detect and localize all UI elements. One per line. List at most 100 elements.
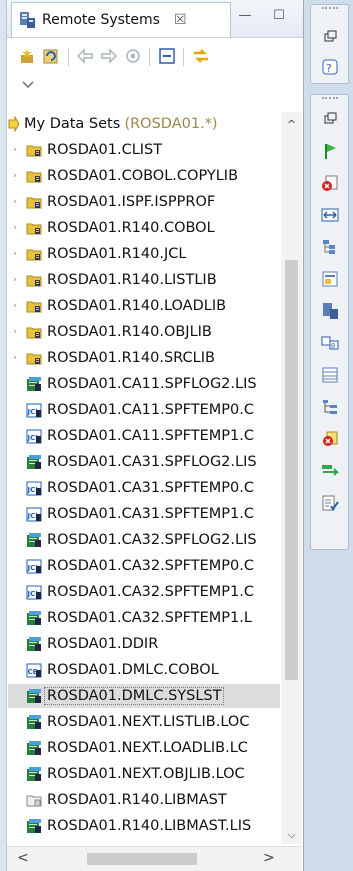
scroll-right-icon[interactable]: > <box>263 850 275 866</box>
outline-view-button[interactable] <box>320 237 340 257</box>
problems-view-button[interactable] <box>320 173 340 193</box>
expand-arrow-icon[interactable]: › <box>10 197 20 207</box>
svg-text:0: 0 <box>331 342 335 350</box>
table-icon <box>322 367 338 383</box>
tree-item[interactable]: JCL ROSDA01.CA31.SPFTEMP1.C <box>8 502 280 526</box>
tree-item[interactable]: ROSDA01.CA11.SPFLOG2.LIS <box>8 372 280 396</box>
tree-item[interactable]: ROSDA01.CA31.SPFLOG2.LIS <box>8 450 280 474</box>
tree-item[interactable]: ROSDA01.DDIR <box>8 632 280 656</box>
sequential-dataset-icon <box>26 610 42 626</box>
tree-item-label: ROSDA01.DDIR <box>47 636 159 652</box>
tree-item[interactable]: ROSDA01.CA32.SPFTEMP1.L <box>8 606 280 630</box>
refresh-button[interactable] <box>41 46 61 66</box>
partitioned-dataset-icon <box>26 298 42 314</box>
maximize-icon[interactable]: ☐ <box>269 8 289 26</box>
minimize-icon[interactable]: — <box>235 8 255 26</box>
data-sets-tree: My Data Sets (ROSDA01.*) › ROSDA01.CLIST ›… <box>8 112 280 844</box>
help-view-button[interactable]: ? <box>320 57 340 77</box>
sequential-dataset-icon <box>26 740 42 756</box>
tree-item[interactable]: › ROSDA01.R140.COBOL <box>8 216 280 240</box>
vertical-scrollbar[interactable]: ^ ⌵ <box>281 112 302 844</box>
tree-item-label: ROSDA01.R140.COBOL <box>47 220 215 236</box>
jcl-dataset-icon: JCL <box>26 402 42 418</box>
tree-item[interactable]: › ROSDA01.ISPF.ISPPROF <box>8 190 280 214</box>
expand-arrow-icon[interactable]: › <box>10 249 20 259</box>
console-view-button[interactable]: 0 <box>320 333 340 353</box>
expand-arrow-icon[interactable]: › <box>10 145 20 155</box>
tree-item[interactable]: ROSDA01.R140.LIBMAST <box>8 788 280 812</box>
trim-stack-views: 0 <box>310 94 349 550</box>
tree-item[interactable]: JCL ROSDA01.CA32.SPFTEMP1.C <box>8 580 280 604</box>
table-view-button[interactable] <box>320 365 340 385</box>
tab-remote-systems[interactable]: Remote Systems ☒ <box>11 2 231 37</box>
tree-item[interactable]: ROSDA01.CA32.SPFLOG2.LIS <box>8 528 280 552</box>
scroll-up-icon[interactable]: ^ <box>281 118 302 131</box>
tree-item[interactable]: JCL ROSDA01.CA32.SPFTEMP0.C <box>8 554 280 578</box>
tasks-view-button[interactable] <box>320 493 340 513</box>
hierarchy-view-button[interactable] <box>320 397 340 417</box>
expand-arrow-icon[interactable]: › <box>10 223 20 233</box>
tree-item[interactable]: › ROSDA01.R140.OBJLIB <box>8 320 280 344</box>
expand-arrow-icon[interactable]: › <box>10 353 20 363</box>
scroll-left-icon[interactable]: < <box>17 850 29 866</box>
home-button[interactable] <box>123 46 143 66</box>
sequential-dataset-icon <box>26 376 42 392</box>
tree-item-label: ROSDA01.CA32.SPFTEMP1.C <box>47 584 254 600</box>
trim-grip[interactable] <box>322 97 338 103</box>
scroll-down-icon[interactable]: ⌵ <box>281 828 302 842</box>
tree-item[interactable]: JCL ROSDA01.CA11.SPFTEMP0.C <box>8 398 280 422</box>
terminal-icon: 0 <box>321 336 339 350</box>
error-log-button[interactable] <box>320 429 340 449</box>
jcl-dataset-icon: JCL <box>26 506 42 522</box>
close-tab-icon[interactable]: ☒ <box>174 12 187 28</box>
compare-view-button[interactable] <box>320 205 340 225</box>
tree-item[interactable]: ROSDA01.NEXT.LOADLIB.LC <box>8 736 280 760</box>
collapse-all-button[interactable] <box>157 46 177 66</box>
run-view-button[interactable] <box>320 461 340 481</box>
tree-item[interactable]: › ROSDA01.R140.LOADLIB <box>8 294 280 318</box>
expand-arrow-icon[interactable]: › <box>10 301 20 311</box>
link-with-editor-button[interactable] <box>191 46 211 66</box>
new-connection-button[interactable] <box>17 46 37 66</box>
tree-item[interactable]: JCL ROSDA01.CA11.SPFTEMP1.C <box>8 424 280 448</box>
forward-button[interactable] <box>99 46 119 66</box>
remote-systems-view: Remote Systems ☒ — ☐ My Data Sets (ROSDA… <box>0 0 304 871</box>
tree-item[interactable]: ROSDA01.NEXT.OBJLIB.LOC <box>8 762 280 786</box>
horizontal-scrollbar[interactable]: < > <box>7 846 302 871</box>
trim-grip[interactable] <box>322 7 338 13</box>
remote-systems-icon <box>20 12 35 28</box>
tree-item-label: ROSDA01.CA32.SPFTEMP1.L <box>47 610 252 626</box>
partitioned-dataset-icon <box>26 272 42 288</box>
tree-item[interactable]: › ROSDA01.CLIST <box>8 138 280 162</box>
tree-item[interactable]: › ROSDA01.R140.LISTLIB <box>8 268 280 292</box>
restore-button-2[interactable] <box>320 109 340 129</box>
vertical-scroll-thumb[interactable] <box>285 260 298 680</box>
help-icon: ? <box>322 59 338 75</box>
tree-root-my-data-sets[interactable]: My Data Sets (ROSDA01.*) <box>8 112 280 136</box>
expand-arrow-icon[interactable]: › <box>10 171 20 181</box>
horizontal-scroll-thumb[interactable] <box>87 853 197 865</box>
tree-item[interactable]: CB ROSDA01.DMLC.COBOL <box>8 658 280 682</box>
tree-item[interactable]: › ROSDA01.COBOL.COPYLIB <box>8 164 280 188</box>
tree-item[interactable]: ROSDA01.R140.LIBMAST.LIS <box>8 814 280 838</box>
tree-item[interactable]: › ROSDA01.R140.JCL <box>8 242 280 266</box>
restore-button[interactable] <box>320 27 340 47</box>
back-button[interactable] <box>75 46 95 66</box>
tree-item-label: ROSDA01.R140.LIBMAST.LIS <box>47 818 252 834</box>
partitioned-dataset-icon <box>26 324 42 340</box>
flag-view-button[interactable] <box>320 141 340 161</box>
tree-item[interactable]: ROSDA01.NEXT.LISTLIB.LOC <box>8 710 280 734</box>
tree-item[interactable]: JCL ROSDA01.CA31.SPFTEMP0.C <box>8 476 280 500</box>
view-menu-button[interactable] <box>21 78 35 92</box>
toolbar-separator <box>183 48 184 66</box>
tree-item[interactable]: ROSDA01.DMLC.SYSLST <box>8 684 280 708</box>
tree-item[interactable]: › ROSDA01.R140.SRCLIB <box>8 346 280 370</box>
tree-item-label: ROSDA01.DMLC.COBOL <box>47 662 219 678</box>
left-sash[interactable] <box>0 0 7 871</box>
expand-arrow-icon[interactable]: › <box>10 327 20 337</box>
remote-systems-view-button[interactable] <box>320 301 340 321</box>
expand-arrow-icon[interactable]: › <box>10 275 20 285</box>
outline-icon <box>323 240 335 254</box>
properties-view-button[interactable] <box>320 269 340 289</box>
tree-item-label: ROSDA01.R140.LIBMAST <box>47 792 227 808</box>
